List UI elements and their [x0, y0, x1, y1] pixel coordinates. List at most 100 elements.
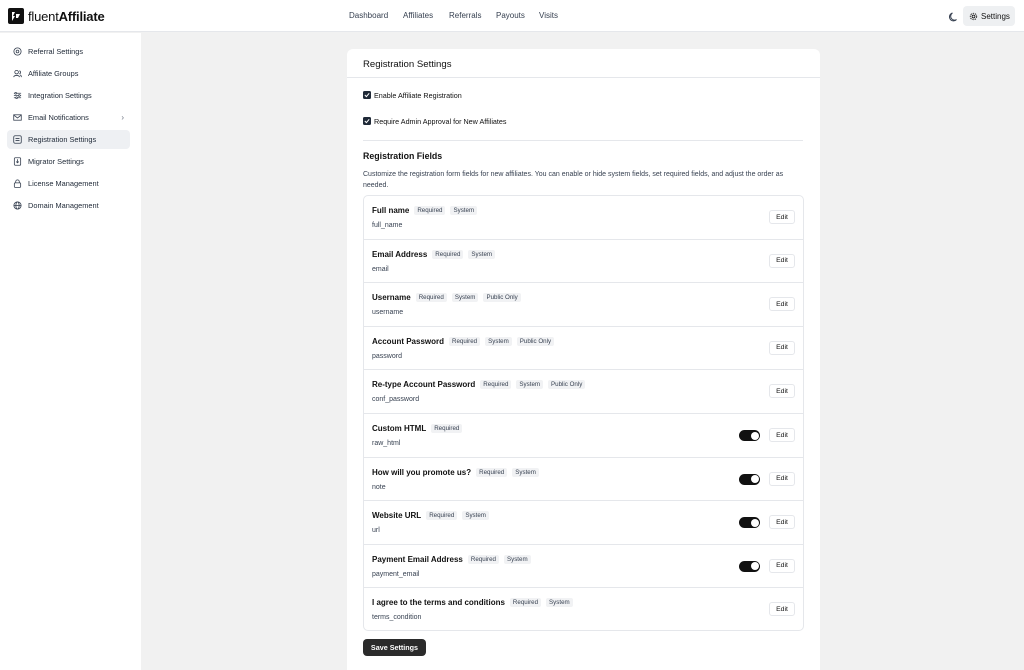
sliders-icon [13, 91, 22, 100]
field-key: full_name [372, 222, 403, 229]
field-key: note [372, 483, 386, 491]
status-badge: Required [432, 249, 464, 259]
page-title: Registration Settings [363, 59, 452, 70]
edit-field-button[interactable]: Edit [769, 602, 795, 617]
target-icon [13, 47, 22, 56]
field-enable-toggle[interactable] [739, 517, 760, 529]
sidebar-item-email-notifications[interactable]: Email Notifications › [7, 108, 130, 127]
brand-name-bold: Affiliate [58, 8, 105, 24]
enable-registration-label[interactable]: Enable Affiliate Registration [374, 91, 462, 100]
sidebar-item-label: License Management [28, 179, 99, 188]
field-key: raw_html [372, 440, 401, 447]
edit-field-button[interactable]: Edit [769, 558, 795, 573]
field-label: How will you promote us? [372, 467, 472, 477]
sidebar: Referral Settings Affiliate Groups Integ… [0, 33, 141, 670]
list-item: Username Required System Public Only usernam… [364, 283, 803, 327]
status-badge: Required [431, 424, 463, 433]
require-approval-checkbox[interactable] [363, 117, 371, 125]
status-badge: Required [426, 511, 458, 521]
sidebar-item-migrator-settings[interactable]: Migrator Settings [7, 152, 130, 171]
edit-field-button[interactable]: Edit [769, 471, 795, 486]
status-badge: System [546, 598, 573, 608]
sidebar-item-label: Registration Settings [28, 135, 97, 144]
sidebar-item-affiliate-groups[interactable]: Affiliate Groups [7, 64, 130, 83]
nav-referrals[interactable]: Referrals [449, 11, 481, 20]
status-badge: System [512, 467, 539, 477]
mail-icon [13, 114, 22, 121]
field-label: Username [372, 293, 411, 303]
brand-logo[interactable]: fluentAffiliate [8, 8, 105, 24]
field-enable-toggle[interactable] [739, 560, 760, 572]
sidebar-item-label: Migrator Settings [28, 157, 84, 166]
field-enable-toggle[interactable] [739, 430, 760, 441]
divider [363, 140, 803, 141]
field-key: username [372, 309, 404, 317]
status-badge: Required [449, 336, 481, 346]
section-title: Registration Fields [363, 151, 443, 161]
require-approval-label[interactable]: Require Admin Approval for New Affiliate… [374, 117, 507, 126]
status-badge: Required [467, 554, 499, 564]
brand-name: fluentAffiliate [28, 8, 105, 24]
settings-button-label: Settings [981, 11, 1010, 21]
sidebar-item-label: Domain Management [28, 201, 99, 210]
sidebar-item-license-management[interactable]: License Management [7, 174, 130, 193]
top-bar: fluentAffiliate Dashboard Affiliates Ref… [0, 0, 1024, 32]
status-badge: Required [480, 380, 512, 390]
logo-icon [8, 8, 24, 24]
section-description: Customize the registration form fields f… [363, 171, 784, 189]
field-label: Full name [372, 206, 410, 215]
sidebar-item-domain-management[interactable]: Domain Management [7, 196, 130, 215]
status-badge: Required [415, 293, 447, 303]
settings-button[interactable]: Settings [963, 6, 1015, 26]
status-badge: Public Only [516, 336, 555, 346]
status-badge: System [516, 380, 544, 390]
field-enable-toggle[interactable] [739, 473, 760, 485]
field-key: url [372, 527, 380, 535]
gear-icon [969, 12, 978, 20]
list-item: Re-type Account Password Required System Pu… [364, 370, 803, 414]
enable-registration-checkbox[interactable] [363, 91, 371, 99]
form-icon [13, 135, 22, 144]
nav-affiliates[interactable]: Affiliates [403, 11, 433, 20]
main-nav: Dashboard Affiliates Referrals Payouts V… [0, 0, 1024, 32]
save-settings-button[interactable]: Save Settings [363, 639, 426, 656]
list-item: Payment Email Address Required System payme… [364, 545, 803, 589]
edit-field-button[interactable]: Edit [769, 515, 795, 530]
sidebar-item-integration-settings[interactable]: Integration Settings [7, 86, 130, 105]
field-name: Email Address Required System [372, 249, 496, 259]
status-badge: Required [509, 598, 542, 608]
list-item: Website URL Required System url Edit [364, 501, 803, 545]
nav-payouts[interactable]: Payouts [496, 11, 525, 20]
list-item: Custom HTML Required raw_html Edit [364, 414, 803, 458]
edit-field-button[interactable]: Edit [769, 428, 795, 442]
field-name: Username Required System Public Only [372, 293, 521, 303]
edit-field-button[interactable]: Edit [769, 210, 795, 224]
moon-icon[interactable] [948, 10, 960, 22]
sidebar-item-label: Email Notifications [28, 113, 89, 122]
edit-field-button[interactable]: Edit [769, 384, 795, 399]
field-label: Account Password [372, 336, 445, 346]
field-key: terms_condition [372, 614, 422, 622]
sidebar-item-referral-settings[interactable]: Referral Settings [7, 42, 130, 61]
chevron-right-icon: › [121, 113, 124, 122]
nav-visits[interactable]: Visits [539, 11, 558, 20]
status-badge: System [468, 249, 496, 259]
status-badge: System [462, 511, 489, 521]
edit-field-button[interactable]: Edit [769, 340, 795, 355]
field-key: conf_password [372, 396, 420, 404]
list-item: Full name Required System full_name Edit [364, 196, 803, 240]
sidebar-item-label: Affiliate Groups [28, 69, 79, 78]
nav-dashboard[interactable]: Dashboard [349, 11, 388, 20]
sidebar-item-registration-settings[interactable]: Registration Settings [7, 130, 130, 149]
field-label: Custom HTML [372, 424, 427, 433]
registration-settings-panel: Registration Settings Enable Affiliate R… [347, 49, 820, 670]
status-badge: Required [414, 206, 446, 215]
field-key: email [372, 265, 389, 273]
list-item: I agree to the terms and conditions Requi… [364, 588, 803, 632]
field-name: Full name Required System [372, 206, 478, 215]
edit-field-button[interactable]: Edit [769, 253, 795, 268]
field-key: password [372, 352, 402, 360]
field-key: payment_email [372, 570, 420, 578]
edit-field-button[interactable]: Edit [769, 297, 795, 312]
status-badge: System [485, 336, 512, 346]
